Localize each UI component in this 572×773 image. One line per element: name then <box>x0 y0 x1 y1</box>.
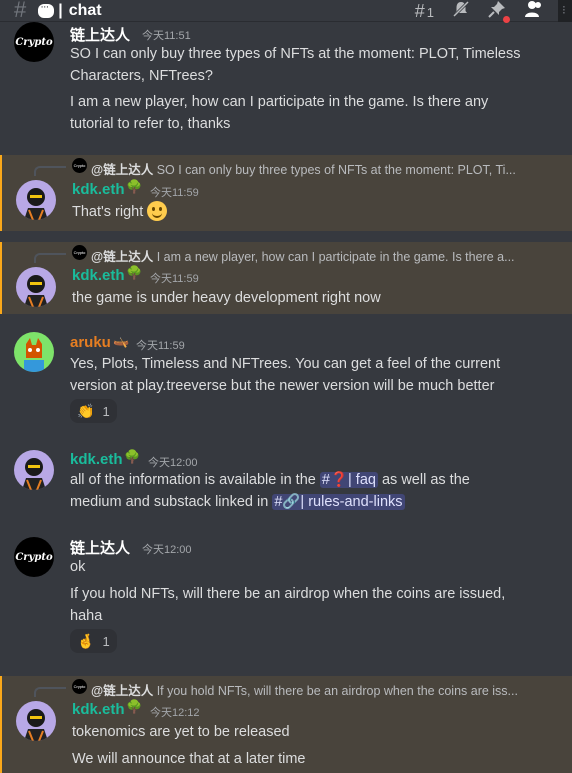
reply-mention: @链上达人 <box>91 684 154 698</box>
avatar[interactable] <box>14 332 54 372</box>
channel-name: chat <box>68 1 102 19</box>
avatar[interactable] <box>16 701 56 741</box>
bell-slash-icon <box>452 0 470 17</box>
reply-snippet: I am a new player, how can I participate… <box>156 250 515 264</box>
message-text: haha <box>70 608 103 624</box>
message-text: I am a new player, how can I participate… <box>70 94 489 110</box>
reply-mention: @链上达人 <box>91 250 154 264</box>
smile-emoji-icon <box>147 201 168 221</box>
search-box-edge[interactable]: ⁝ <box>558 0 572 22</box>
avatar[interactable] <box>16 267 56 307</box>
avatar-art <box>22 458 46 490</box>
message-group: Crypto @链上达人 SO I can only buy three typ… <box>0 155 572 231</box>
timestamp: 今天11:59 <box>136 340 185 352</box>
threads-count: 1 <box>426 4 434 20</box>
message-group: kdk.eth 🌳 今天12:00 all of the information… <box>0 448 572 518</box>
speech-bubble-icon <box>38 1 55 18</box>
reaction-button[interactable]: 🤞 1 <box>70 629 117 653</box>
message-text: We will announce that at a later time <box>72 751 306 767</box>
tree-badge-icon: 🌳 <box>126 699 143 714</box>
username[interactable]: kdk.eth <box>72 181 125 198</box>
channel-hash-icon: # <box>14 0 27 22</box>
threads-icon: # <box>414 0 425 21</box>
message-text: SO I can only buy three types of NFTs at… <box>70 46 521 62</box>
reply-preview[interactable]: @链上达人 SO I can only buy three types of N… <box>91 159 516 178</box>
message-group: Crypto @链上达人 I am a new player, how can … <box>0 242 572 314</box>
avatar-art <box>24 188 48 220</box>
channel-header: # | chat #1 ⁝ <box>0 0 572 23</box>
pin-icon <box>488 0 505 18</box>
avatar-art <box>24 275 48 307</box>
boat-badge-icon: 🛶 <box>113 333 130 348</box>
member-list-button[interactable] <box>524 0 544 23</box>
reply-avatar: Crypto <box>72 245 87 260</box>
clapping-hands-icon: 👏 <box>77 402 95 419</box>
username[interactable]: kdk.eth <box>72 701 125 718</box>
tree-badge-icon: 🌳 <box>126 265 143 280</box>
tree-badge-icon: 🌳 <box>126 179 143 194</box>
avatar-art <box>24 338 44 372</box>
timestamp: 今天12:12 <box>150 707 200 719</box>
message-group: aruku 🛶 今天11:59 Yes, Plots, Timeless and… <box>0 330 572 430</box>
crossed-fingers-icon: 🤞 <box>77 632 95 649</box>
timestamp: 今天12:00 <box>148 457 198 469</box>
header-toolbar: #1 ⁝ <box>397 0 572 23</box>
avatar-label: Crypto <box>15 36 53 48</box>
message-text: version at play.treeverse but the newer … <box>70 378 495 394</box>
reply-connector <box>34 687 66 697</box>
message-text: That's right <box>72 201 168 223</box>
reply-snippet: If you hold NFTs, will there be an airdr… <box>156 684 518 698</box>
username[interactable]: kdk.eth <box>70 451 123 468</box>
username[interactable]: aruku <box>70 334 111 351</box>
reply-mention: @链上达人 <box>91 163 154 177</box>
unread-dot <box>503 15 510 23</box>
message-text: Yes, Plots, Timeless and NFTrees. You ca… <box>70 356 501 372</box>
reply-avatar: Crypto <box>72 158 87 173</box>
pinned-messages-button[interactable] <box>488 0 510 23</box>
reply-snippet: SO I can only buy three types of NFTs at… <box>156 163 516 177</box>
message-text: all of the information is available in t… <box>70 472 470 488</box>
avatar-label: Crypto <box>15 551 53 563</box>
message-group: Crypto @链上达人 If you hold NFTs, will ther… <box>0 676 572 773</box>
avatar[interactable]: Crypto <box>14 22 54 62</box>
timestamp: 今天11:59 <box>150 187 199 199</box>
message-text: If you hold NFTs, will there be an airdr… <box>70 586 506 602</box>
channel-separator: | <box>58 1 63 19</box>
reaction-count: 1 <box>102 633 110 649</box>
members-icon <box>525 0 541 17</box>
username[interactable]: kdk.eth <box>72 267 125 284</box>
message-text: ok <box>70 559 86 575</box>
reaction-button[interactable]: 👏 1 <box>70 399 117 423</box>
message-text: the game is under heavy development righ… <box>72 290 381 306</box>
message-text: Characters, NFTrees? <box>70 68 213 84</box>
username[interactable]: 链上达人 <box>70 537 130 558</box>
message-text: tutorial to refer to, thanks <box>70 116 231 132</box>
reply-preview[interactable]: @链上达人 If you hold NFTs, will there be an… <box>91 680 518 699</box>
username[interactable]: 链上达人 <box>70 24 130 45</box>
message-group: Crypto 链上达人 今天12:00 ok If you hold NFTs,… <box>0 535 572 660</box>
avatar[interactable] <box>14 450 54 490</box>
channel-link-faq[interactable]: #❓| faq <box>319 472 378 488</box>
reply-connector <box>34 166 66 176</box>
mute-notifications-button[interactable] <box>452 0 470 23</box>
channel-link-rules[interactable]: #🔗| rules-and-links <box>272 494 405 510</box>
threads-button[interactable]: #1 <box>415 1 434 22</box>
timestamp: 今天12:00 <box>142 544 192 556</box>
tree-badge-icon: 🌳 <box>124 449 141 464</box>
avatar[interactable] <box>16 180 56 220</box>
message-text: medium and substack linked in #🔗| rules-… <box>70 494 405 510</box>
reply-avatar: Crypto <box>72 679 87 694</box>
avatar[interactable]: Crypto <box>14 537 54 577</box>
reply-preview[interactable]: @链上达人 I am a new player, how can I parti… <box>91 246 515 265</box>
reaction-count: 1 <box>102 403 110 419</box>
timestamp: 今天11:51 <box>142 30 191 42</box>
reply-connector <box>34 253 66 263</box>
timestamp: 今天11:59 <box>150 273 199 285</box>
message-text: tokenomics are yet to be released <box>72 724 290 740</box>
message-group: Crypto 链上达人 今天11:51 SO I can only buy th… <box>0 0 572 150</box>
avatar-art <box>24 709 48 741</box>
